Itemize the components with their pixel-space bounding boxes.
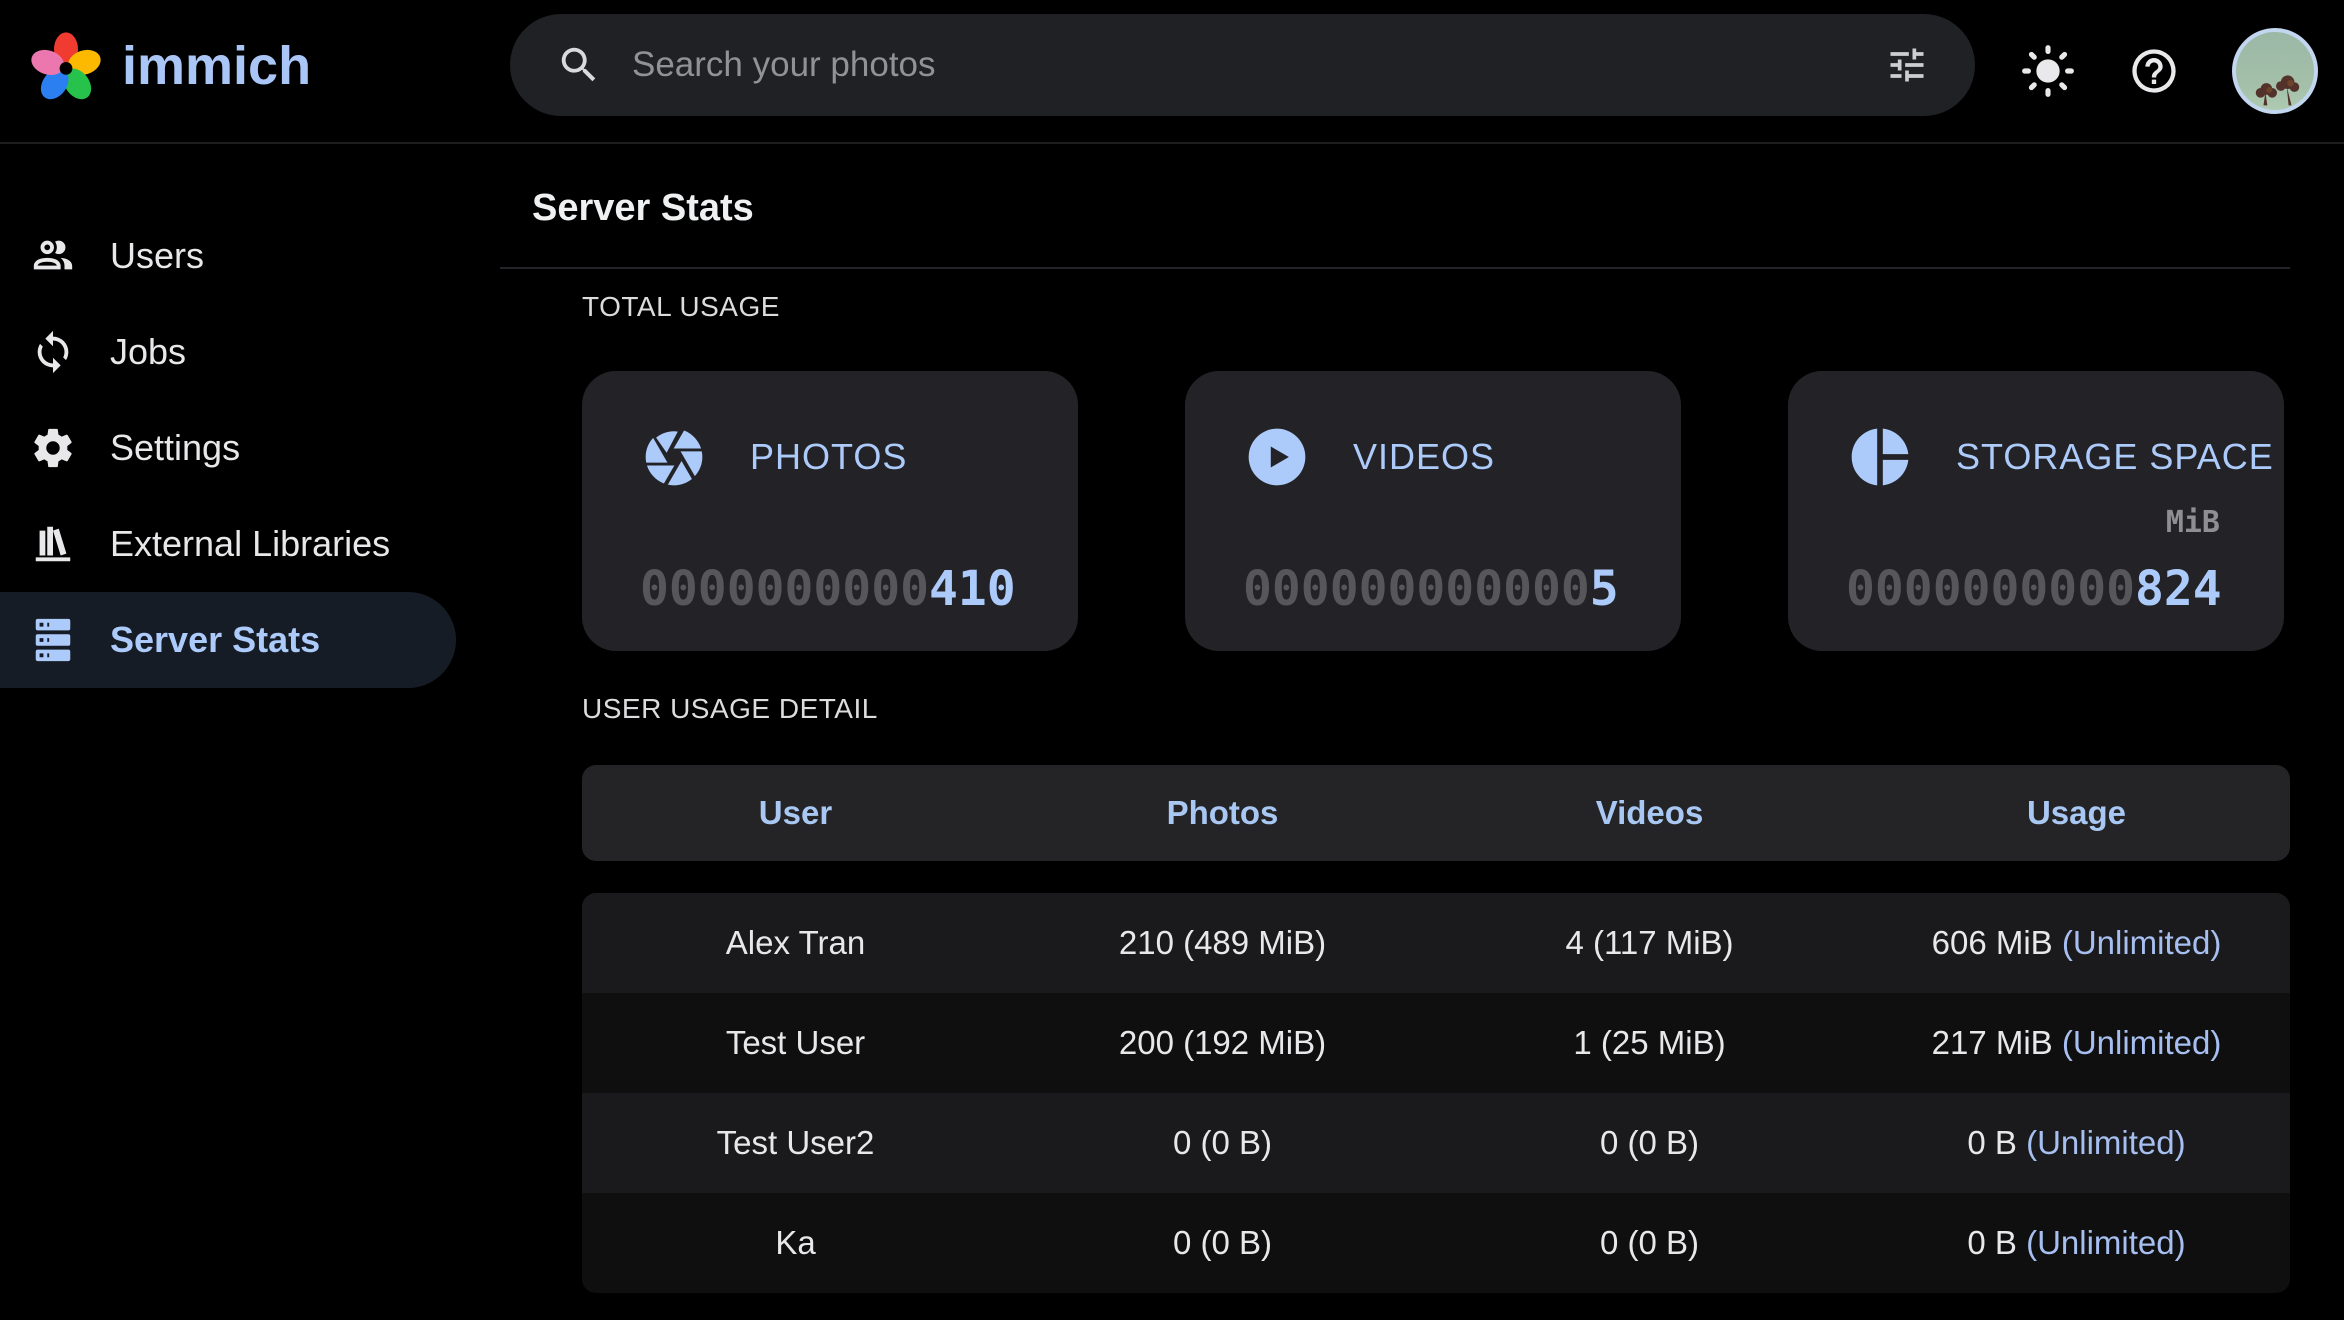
usage-value: 0 B — [1967, 1124, 2017, 1161]
total-usage-cards: PHOTOS 0000000000410 VIDEOS 000000000000… — [582, 371, 2344, 651]
usage-quota: (Unlimited) — [2062, 1024, 2222, 1061]
card-count: 0000000000005 — [1243, 561, 1619, 617]
sidebar: Users Jobs Settings External Libraries S… — [0, 142, 470, 688]
count-leading-zeros: 000000000000 — [1243, 561, 1590, 617]
app-logo-text: immich — [122, 35, 311, 97]
usage-value: 606 MiB — [1932, 924, 2053, 961]
cell-photos: 0 (0 B) — [1009, 1224, 1436, 1262]
cell-user: Ka — [582, 1224, 1009, 1262]
user-avatar[interactable] — [2232, 28, 2318, 114]
column-header-photos: Photos — [1009, 794, 1436, 832]
cell-usage: 0 B (Unlimited) — [1863, 1224, 2290, 1262]
table-row: Alex Tran 210 (489 MiB) 4 (117 MiB) 606 … — [582, 893, 2290, 993]
usage-quota: (Unlimited) — [2026, 1224, 2186, 1261]
bookshelf-icon — [30, 521, 76, 567]
cell-videos: 0 (0 B) — [1436, 1224, 1863, 1262]
sidebar-item-label: Jobs — [110, 331, 186, 373]
sidebar-item-label: Server Stats — [110, 619, 320, 661]
avatar-palm-trees — [2248, 70, 2306, 106]
card-count: 0000000000410 — [640, 561, 1016, 617]
column-header-videos: Videos — [1436, 794, 1863, 832]
card-label: PHOTOS — [750, 436, 907, 478]
header-actions — [2020, 0, 2318, 142]
sync-icon — [30, 329, 76, 375]
cell-user: Alex Tran — [582, 924, 1009, 962]
card-count: 0000000000824 — [1846, 561, 2222, 617]
sidebar-item-label: Settings — [110, 427, 240, 469]
stat-card-storage: STORAGE SPACE MiB 0000000000824 — [1788, 371, 2284, 651]
count-value: 5 — [1590, 561, 1619, 617]
search-icon — [556, 42, 602, 88]
app-logo: immich — [26, 24, 311, 108]
stat-card-photos: PHOTOS 0000000000410 — [582, 371, 1078, 651]
pie-chart-icon — [1846, 423, 1914, 491]
sidebar-item-label: Users — [110, 235, 204, 277]
search-filter-icon[interactable] — [1885, 43, 1929, 87]
cell-photos: 200 (192 MiB) — [1009, 1024, 1436, 1062]
cell-usage: 0 B (Unlimited) — [1863, 1124, 2290, 1162]
card-label: STORAGE SPACE — [1956, 436, 2274, 478]
count-value: 824 — [2135, 561, 2222, 617]
sidebar-item-jobs[interactable]: Jobs — [0, 304, 470, 400]
table-row: Ka 0 (0 B) 0 (0 B) 0 B (Unlimited) — [582, 1193, 2290, 1293]
count-leading-zeros: 0000000000 — [640, 561, 929, 617]
table-header-row: User Photos Videos Usage — [582, 765, 2290, 861]
help-icon — [2128, 45, 2180, 97]
usage-value: 0 B — [1967, 1224, 2017, 1261]
cell-videos: 4 (117 MiB) — [1436, 924, 1863, 962]
help-button[interactable] — [2128, 45, 2180, 97]
card-label: VIDEOS — [1353, 436, 1495, 478]
play-circle-icon — [1243, 423, 1311, 491]
search-bar[interactable] — [510, 14, 1975, 116]
column-header-usage: Usage — [1863, 794, 2290, 832]
main-content: Server Stats TOTAL USAGE PHOTOS 00000000… — [500, 142, 2344, 1320]
column-header-user: User — [582, 794, 1009, 832]
search-input[interactable] — [630, 44, 1885, 86]
cell-user: Test User — [582, 1024, 1009, 1062]
aperture-icon — [640, 423, 708, 491]
gear-icon — [30, 425, 76, 471]
cell-usage: 606 MiB (Unlimited) — [1863, 924, 2290, 962]
storage-unit: MiB — [2166, 505, 2220, 540]
usage-quota: (Unlimited) — [2026, 1124, 2186, 1161]
app-header: immich — [0, 0, 2344, 144]
table-body: Alex Tran 210 (489 MiB) 4 (117 MiB) 606 … — [582, 893, 2290, 1293]
sidebar-item-external-libraries[interactable]: External Libraries — [0, 496, 470, 592]
count-leading-zeros: 0000000000 — [1846, 561, 2135, 617]
usage-quota: (Unlimited) — [2062, 924, 2222, 961]
cell-user: Test User2 — [582, 1124, 1009, 1162]
usage-value: 217 MiB — [1932, 1024, 2053, 1061]
cell-videos: 1 (25 MiB) — [1436, 1024, 1863, 1062]
sidebar-item-server-stats[interactable]: Server Stats — [0, 592, 456, 688]
total-usage-label: TOTAL USAGE — [582, 291, 2344, 323]
cell-photos: 0 (0 B) — [1009, 1124, 1436, 1162]
page-title: Server Stats — [532, 186, 2344, 230]
user-usage-label: USER USAGE DETAIL — [582, 693, 2344, 725]
server-icon — [30, 617, 76, 663]
table-row: Test User 200 (192 MiB) 1 (25 MiB) 217 M… — [582, 993, 2290, 1093]
sidebar-item-users[interactable]: Users — [0, 208, 470, 304]
sidebar-item-settings[interactable]: Settings — [0, 400, 470, 496]
stat-card-videos: VIDEOS 0000000000005 — [1185, 371, 1681, 651]
theme-toggle-button[interactable] — [2020, 43, 2076, 99]
user-usage-table: User Photos Videos Usage Alex Tran 210 (… — [582, 765, 2290, 1293]
cell-usage: 217 MiB (Unlimited) — [1863, 1024, 2290, 1062]
immich-logo-icon — [26, 24, 106, 108]
table-row: Test User2 0 (0 B) 0 (0 B) 0 B (Unlimite… — [582, 1093, 2290, 1193]
sidebar-item-label: External Libraries — [110, 523, 390, 565]
count-value: 410 — [929, 561, 1016, 617]
title-divider — [500, 267, 2290, 269]
cell-videos: 0 (0 B) — [1436, 1124, 1863, 1162]
users-icon — [30, 233, 76, 279]
cell-photos: 210 (489 MiB) — [1009, 924, 1436, 962]
